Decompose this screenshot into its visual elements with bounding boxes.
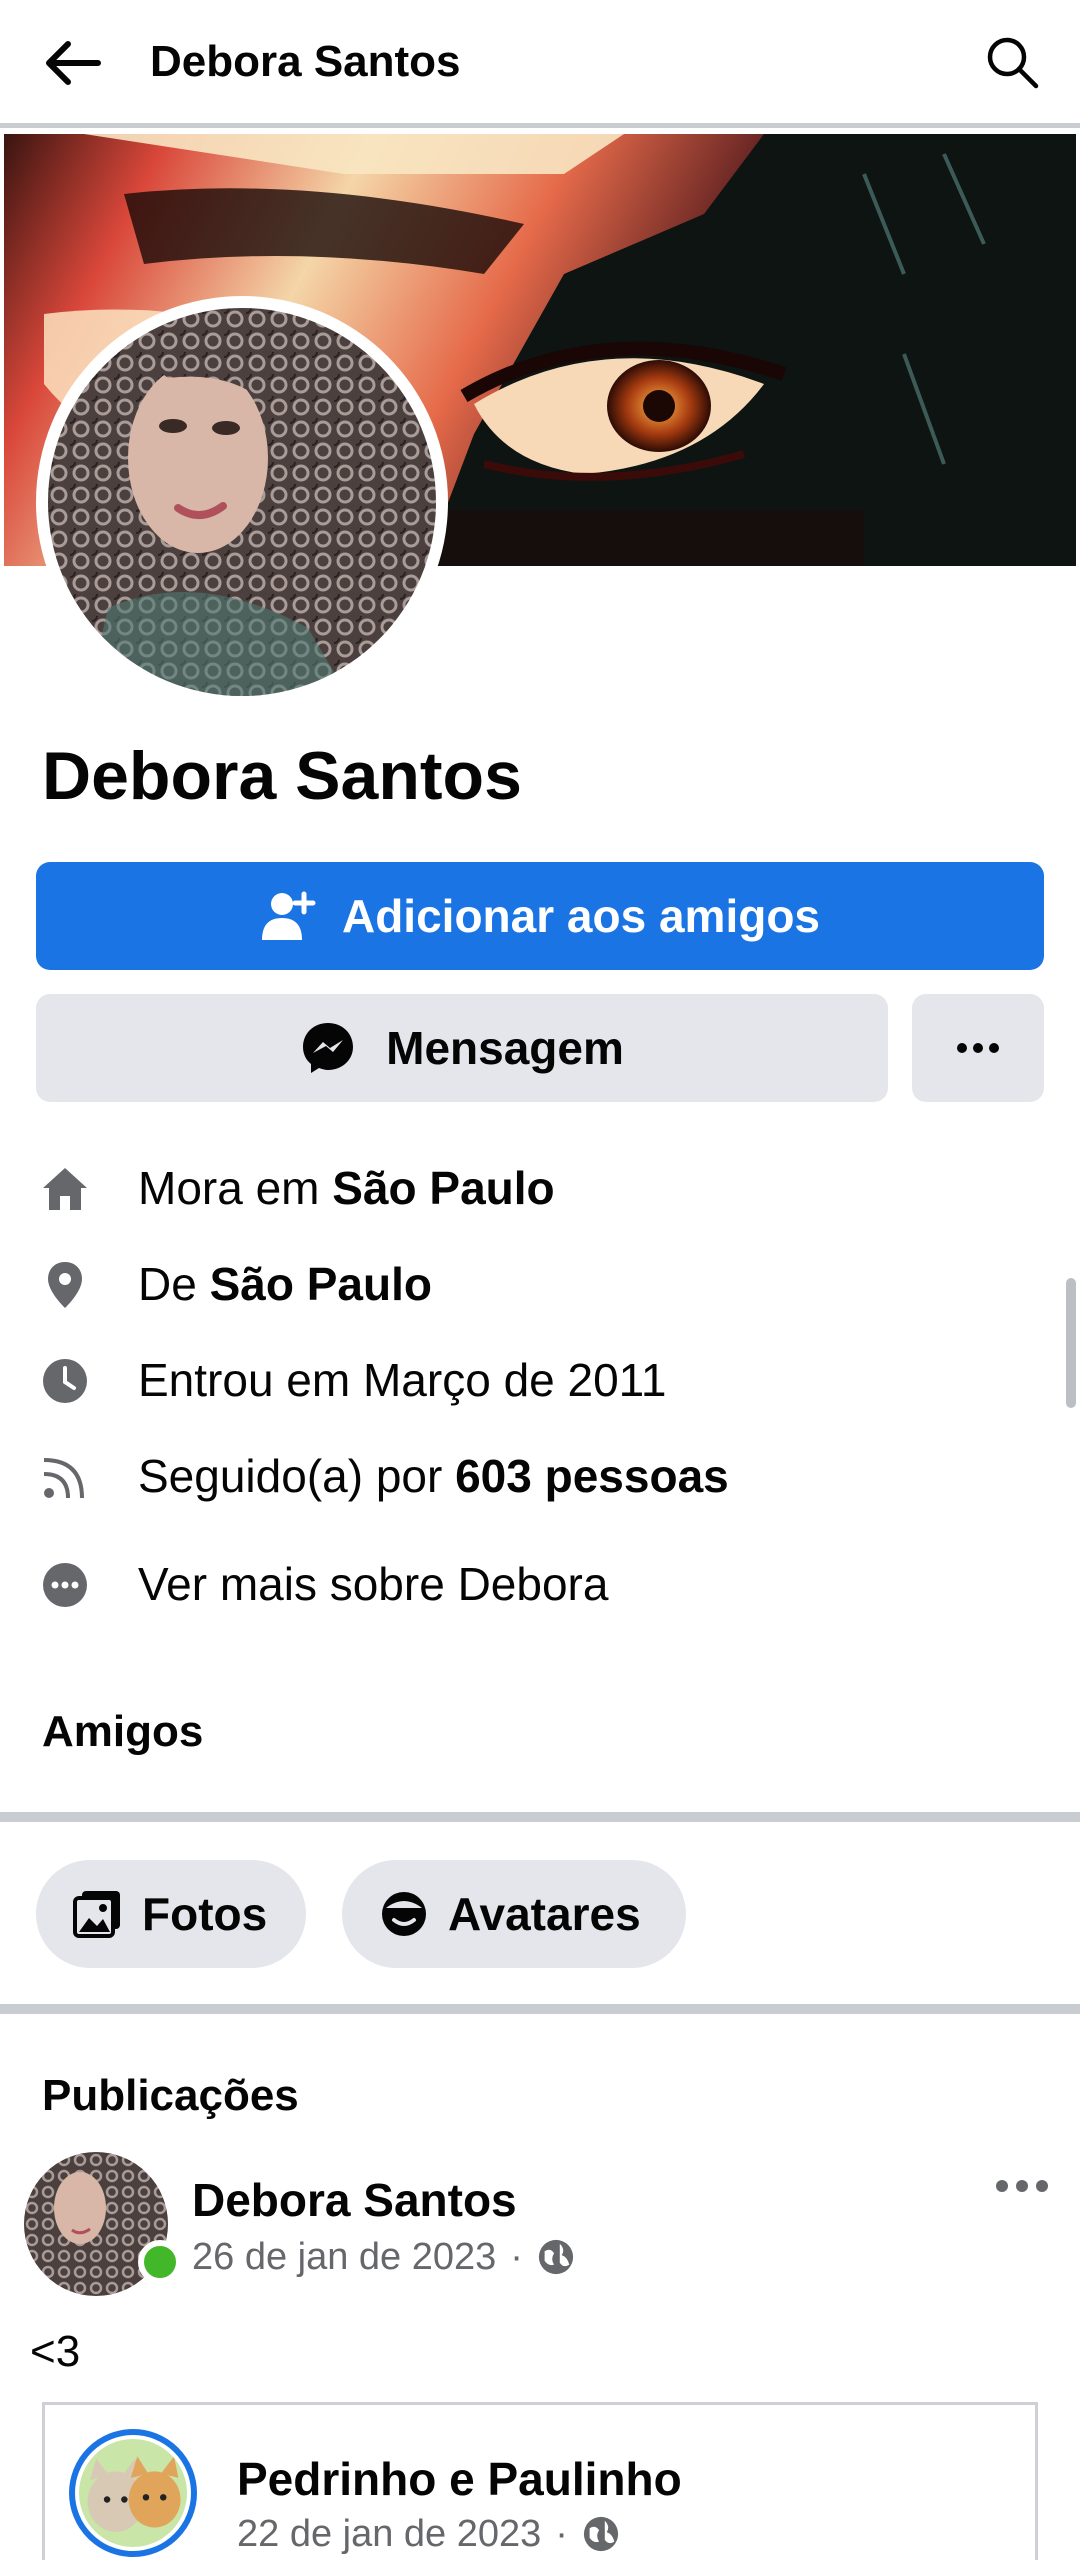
followed-count: 603 pessoas [455, 1450, 729, 1502]
home-icon [43, 1168, 87, 1210]
message-button[interactable]: Mensagem [36, 994, 888, 1102]
from-prefix: De [138, 1258, 210, 1310]
info-joined: Entrou em Março de 2011 [0, 1344, 1080, 1414]
more-horizontal-icon [996, 2180, 1048, 2192]
meta-separator: · [510, 2236, 523, 2278]
scrollbar[interactable] [1066, 1278, 1076, 1408]
online-status-indicator [138, 2240, 182, 2284]
profile-avatar[interactable] [36, 296, 448, 708]
divider [0, 2004, 1080, 2014]
shared-post-meta: 22 de jan de 2023 · [237, 2509, 620, 2559]
shared-post-card[interactable]: Pedrinho e Paulinho 22 de jan de 2023 · [42, 2402, 1038, 2560]
post-date[interactable]: 26 de jan de 2023 [192, 2232, 496, 2282]
clock-icon [43, 1359, 87, 1403]
add-friend-label: Adicionar aos amigos [341, 890, 820, 942]
chip-photos-label: Fotos [142, 1888, 268, 1940]
friends-section-title[interactable]: Amigos [42, 1704, 203, 1760]
shared-post-date[interactable]: 22 de jan de 2023 [237, 2509, 541, 2559]
add-friend-button[interactable]: Adicionar aos amigos [36, 862, 1044, 970]
search-button[interactable] [982, 32, 1042, 92]
info-followers[interactable]: Seguido(a) por 603 pessoas [0, 1440, 1080, 1510]
photos-icon [73, 1891, 120, 1938]
top-bar: Debora Santos [0, 0, 1080, 128]
from-city[interactable]: São Paulo [210, 1258, 432, 1310]
page-title: Debora Santos [150, 37, 461, 86]
chip-avatars-label: Avatares [448, 1888, 641, 1940]
globe-icon [583, 2516, 619, 2552]
info-from: De São Paulo [0, 1248, 1080, 1318]
search-icon [987, 37, 1039, 89]
post-meta: 26 de jan de 2023 · [192, 2232, 575, 2282]
post-author-name[interactable]: Debora Santos [192, 2172, 517, 2228]
post-options-button[interactable] [994, 2178, 1064, 2218]
more-circle-icon [43, 1563, 87, 1607]
profile-name: Debora Santos [42, 738, 522, 814]
more-options-button[interactable] [912, 994, 1044, 1102]
globe-icon [538, 2239, 574, 2275]
person-add-icon [261, 891, 316, 940]
rss-icon [43, 1458, 84, 1499]
followed-prefix: Seguido(a) por [138, 1450, 456, 1502]
more-horizontal-icon [957, 1043, 999, 1053]
avatar-face-icon [382, 1892, 426, 1936]
chip-avatars[interactable]: Avatares [342, 1860, 686, 1968]
meta-separator: · [555, 2513, 568, 2555]
lives-prefix: Mora em [138, 1162, 333, 1214]
shared-page-name[interactable]: Pedrinho e Paulinho [237, 2451, 682, 2507]
messenger-icon [303, 1023, 354, 1073]
message-label: Mensagem [386, 1022, 624, 1074]
info-lives-in: Mora em São Paulo [0, 1152, 1080, 1222]
location-pin-icon [48, 1262, 82, 1308]
post-text: <3 [30, 2327, 81, 2376]
arrow-left-icon [46, 41, 101, 85]
back-button[interactable] [40, 30, 106, 96]
shared-page-avatar[interactable] [69, 2429, 197, 2557]
joined-text: Entrou em Março de 2011 [138, 1354, 667, 1406]
posts-section-title: Publicações [42, 2071, 299, 2120]
info-see-more[interactable]: Ver mais sobre Debora [0, 1548, 1080, 1618]
see-more-text: Ver mais sobre Debora [138, 1558, 609, 1610]
chip-photos[interactable]: Fotos [36, 1860, 306, 1968]
lives-city[interactable]: São Paulo [332, 1162, 554, 1214]
divider [0, 1812, 1080, 1822]
